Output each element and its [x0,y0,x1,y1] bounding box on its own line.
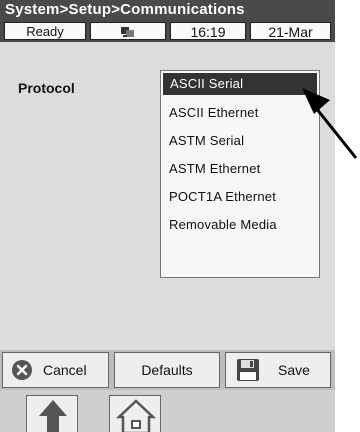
network-connection-icon [121,27,134,37]
status-date: 21-Mar [250,22,331,40]
up-button[interactable] [26,395,78,432]
cancel-button[interactable]: Cancel [2,352,109,388]
navigation-bar [0,390,335,432]
device-screen: System>Setup>Communications Ready 16:19 … [0,0,335,432]
protocol-label: Protocol [18,80,75,96]
breadcrumb: System>Setup>Communications [0,0,335,20]
protocol-option-poct1a-ethernet[interactable]: POCT1A Ethernet [161,183,319,211]
defaults-label: Defaults [141,362,193,378]
status-icon-cell [90,22,166,40]
save-button[interactable]: Save [225,352,331,388]
status-ready: Ready [4,22,86,40]
up-arrow-icon [39,400,67,432]
save-label: Save [278,362,310,378]
button-bar: Cancel Defaults Save [0,350,335,390]
defaults-button[interactable]: Defaults [114,352,220,388]
protocol-option-removable-media[interactable]: Removable Media [161,211,319,239]
home-button[interactable] [109,395,161,432]
settings-panel: Protocol ASCII Serial ASCII Ethernet AST… [0,42,335,350]
x-circle-icon [12,360,32,380]
protocol-option-ascii-serial[interactable]: ASCII Serial [163,73,317,95]
home-icon [115,399,157,432]
floppy-disk-icon [237,359,259,381]
status-bar: Ready 16:19 21-Mar [0,20,335,42]
cancel-label: Cancel [43,362,87,378]
annotation-arrow-icon [302,88,358,159]
status-time: 16:19 [170,22,246,40]
